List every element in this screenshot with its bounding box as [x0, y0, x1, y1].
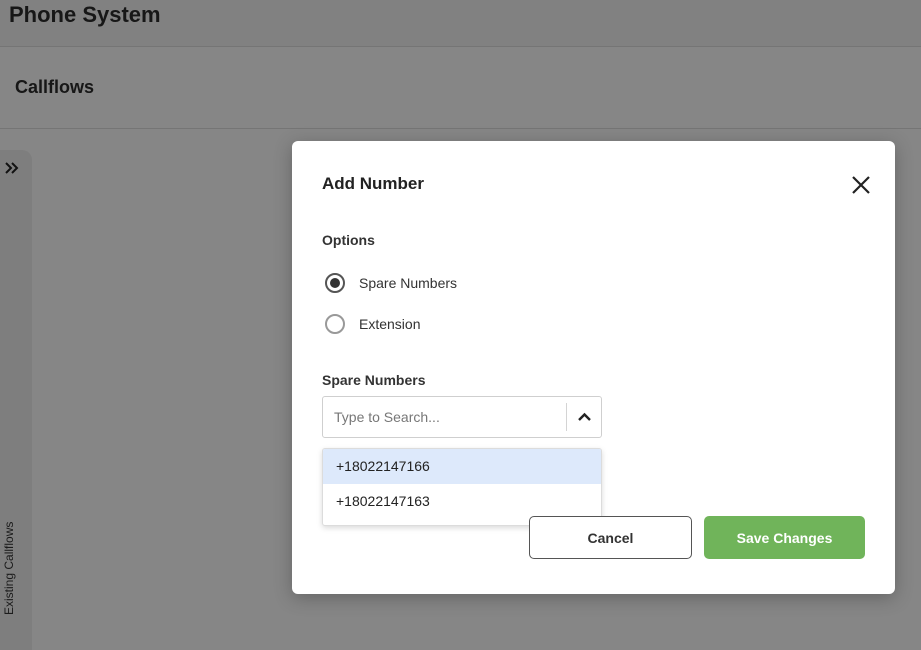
spare-numbers-label: Spare Numbers	[322, 372, 426, 388]
close-icon[interactable]	[850, 174, 872, 196]
radio-label: Extension	[359, 316, 421, 332]
chevron-up-icon[interactable]	[567, 397, 602, 437]
save-changes-button[interactable]: Save Changes	[704, 516, 865, 559]
dialog-title: Add Number	[322, 174, 424, 193]
dropdown-list: +18022147166 +18022147163	[322, 448, 602, 526]
search-input[interactable]	[323, 397, 563, 437]
radio-label: Spare Numbers	[359, 275, 458, 291]
add-number-dialog: Add Number Options Spare Numbers Extensi…	[292, 141, 895, 594]
cancel-button[interactable]: Cancel	[529, 516, 692, 559]
radio-button-checked[interactable]	[325, 273, 345, 293]
radio-spare-numbers[interactable]: Spare Numbers	[325, 272, 457, 294]
radio-extension[interactable]: Extension	[325, 313, 420, 335]
dropdown-option[interactable]: +18022147166	[323, 449, 601, 484]
spare-numbers-select[interactable]	[322, 396, 602, 438]
dropdown-option[interactable]: +18022147163	[323, 484, 601, 519]
options-label: Options	[322, 232, 375, 248]
radio-button-unchecked[interactable]	[325, 314, 345, 334]
